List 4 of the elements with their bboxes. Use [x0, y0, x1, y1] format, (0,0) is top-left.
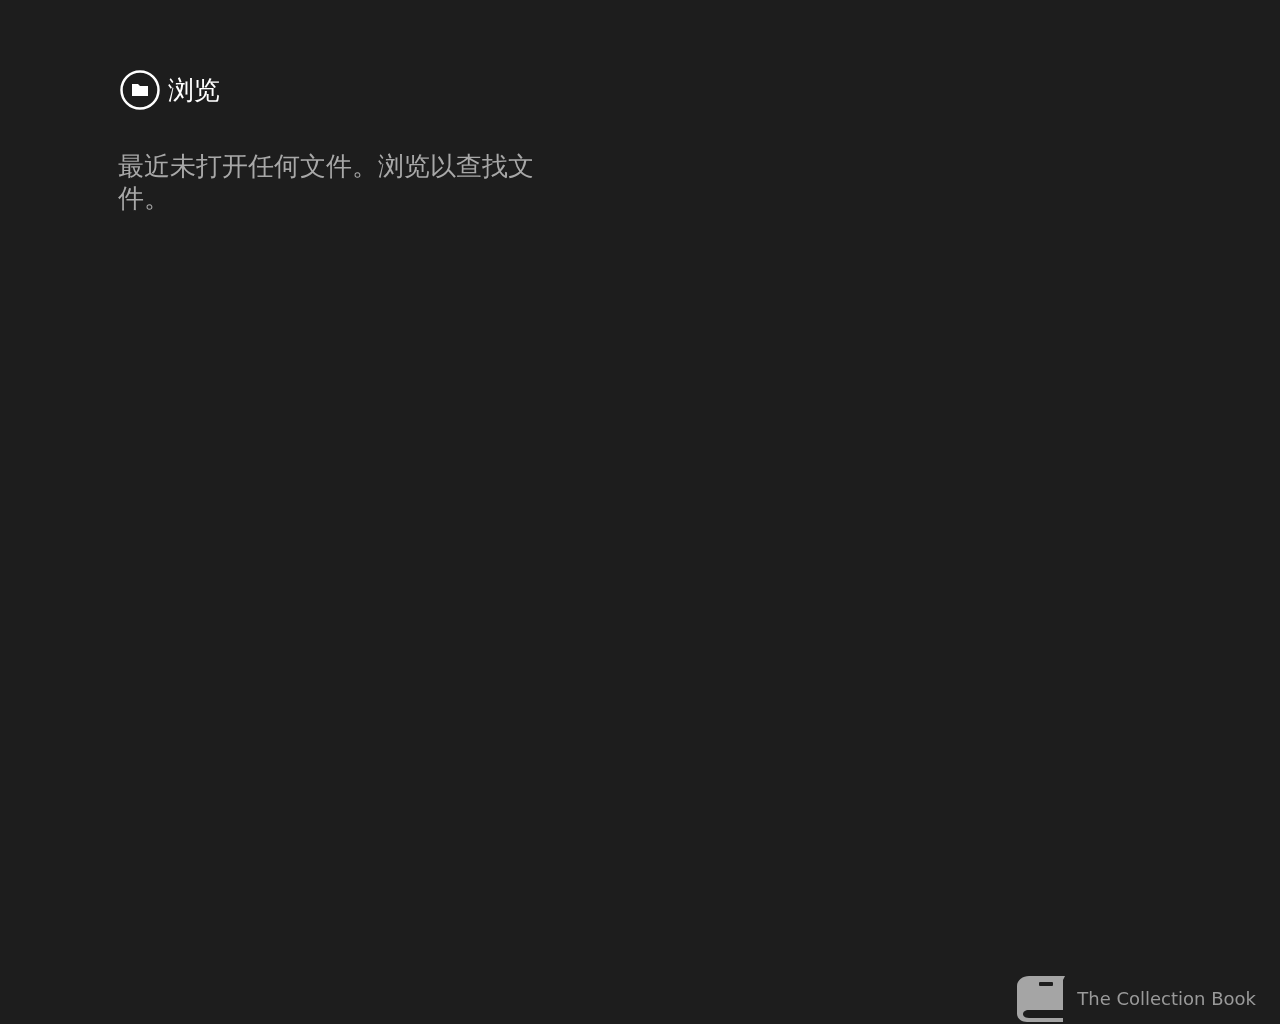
app-name: The Collection Book — [1077, 987, 1256, 1009]
empty-message: 最近未打开任何文件。浏览以查找文件。 — [118, 150, 535, 214]
browse-button[interactable]: 浏览 — [120, 70, 220, 110]
folder-icon — [120, 70, 160, 110]
